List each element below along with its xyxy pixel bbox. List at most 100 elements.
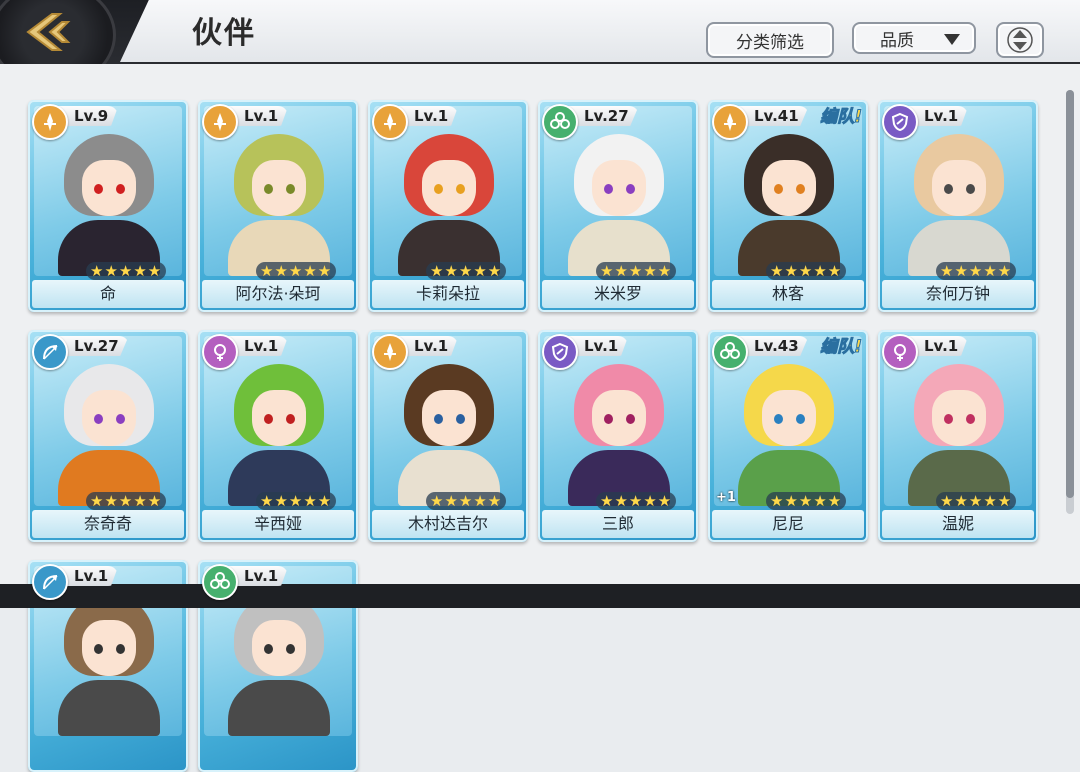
sword-class-icon <box>202 104 238 140</box>
portrait-eye <box>626 184 635 194</box>
partner-card[interactable]: Lv.1 ★★★★★ 温妮 <box>878 330 1038 542</box>
portrait-eye <box>796 414 805 424</box>
plus-badge: +1 <box>716 490 736 505</box>
sword-class-icon <box>32 104 68 140</box>
portrait-eye <box>456 184 465 194</box>
sword-class-icon <box>372 104 408 140</box>
partner-name: 尼尼 <box>712 510 864 538</box>
star-rating: ★★★★★ <box>596 492 677 510</box>
partner-card[interactable]: Lv.1 ★★★★★ 奈何万钟 <box>878 100 1038 312</box>
portrait-eye <box>456 414 465 424</box>
clover-class-icon <box>542 104 578 140</box>
star-rating: ★★★★★ <box>256 262 337 280</box>
partner-card[interactable]: Lv.1 ★★★★★ 木村达吉尔 <box>368 330 528 542</box>
portrait-eye <box>94 184 103 194</box>
sort-updown-icon <box>1007 27 1033 53</box>
character-portrait <box>564 134 674 276</box>
character-portrait <box>224 364 334 506</box>
bow-class-icon <box>32 564 68 600</box>
team-tag: 编队! <box>820 337 863 358</box>
partner-name: 辛西娅 <box>202 510 354 538</box>
portrait-eye <box>774 414 783 424</box>
back-button[interactable] <box>22 10 74 54</box>
portrait-face <box>762 390 816 446</box>
portrait-eye <box>116 184 125 194</box>
shield-class-icon <box>542 334 578 370</box>
partner-card[interactable]: Lv.1 ★★★★★ 阿尔法·朵珂 <box>198 100 358 312</box>
portrait-face <box>82 390 136 446</box>
character-portrait <box>54 364 164 506</box>
level-label: Lv.27 <box>568 106 639 126</box>
partner-card[interactable]: Lv.43 编队! +1 ★★★★★ 尼尼 <box>708 330 868 542</box>
star-rating: ★★★★★ <box>86 492 167 510</box>
sword-class-icon <box>372 334 408 370</box>
portrait-body <box>58 680 160 736</box>
portrait-eye <box>604 184 613 194</box>
character-portrait <box>54 594 164 736</box>
portrait-eye <box>604 414 613 424</box>
star-rating: ★★★★★ <box>426 262 507 280</box>
portrait-eye <box>116 644 125 654</box>
partner-name: 米米罗 <box>542 280 694 308</box>
star-rating: ★★★★★ <box>766 262 847 280</box>
portrait-eye <box>966 414 975 424</box>
portrait-face <box>252 620 306 676</box>
character-portrait <box>904 134 1014 276</box>
star-rating: ★★★★★ <box>596 262 677 280</box>
character-portrait <box>394 364 504 506</box>
bottom-bar <box>0 584 1080 608</box>
partner-list-area: Lv.9 ★★★★★ 命 Lv.1 ★★★★★ 阿尔法·朵珂 Lv.1 ★★★★★ 卡莉朵拉 Lv… <box>0 64 1080 772</box>
character-portrait <box>904 364 1014 506</box>
partner-card[interactable]: Lv.27 ★★★★★ 奈奇奇 <box>28 330 188 542</box>
character-portrait <box>54 134 164 276</box>
sort-order-button[interactable] <box>996 22 1044 58</box>
clover-class-icon <box>202 564 238 600</box>
portrait-face <box>82 160 136 216</box>
portrait-face <box>252 160 306 216</box>
character-portrait <box>734 134 844 276</box>
scrollbar[interactable] <box>1066 90 1074 514</box>
partner-card[interactable]: Lv.1 ★★★★★ 三郎 <box>538 330 698 542</box>
partner-card[interactable]: Lv.27 ★★★★★ 米米罗 <box>538 100 698 312</box>
star-rating: ★★★★★ <box>426 492 507 510</box>
portrait-eye <box>264 184 273 194</box>
portrait-eye <box>626 414 635 424</box>
chevron-down-icon <box>944 34 960 45</box>
partner-name: 阿尔法·朵珂 <box>202 280 354 308</box>
character-portrait <box>564 364 674 506</box>
character-portrait <box>734 364 844 506</box>
partner-name: 奈奇奇 <box>32 510 184 538</box>
category-filter-button[interactable]: 分类筛选 <box>706 22 834 58</box>
partner-name: 木村达吉尔 <box>372 510 524 538</box>
page-title: 伙伴 <box>192 16 256 51</box>
back-arrow-icon <box>26 13 71 51</box>
partner-card[interactable]: Lv.1 ★★★★★ 辛西娅 <box>198 330 358 542</box>
scrollbar-thumb[interactable] <box>1066 90 1074 498</box>
portrait-face <box>422 160 476 216</box>
portrait-eye <box>434 184 443 194</box>
partner-name: 命 <box>32 280 184 308</box>
quality-label: 品质 <box>880 30 914 51</box>
team-tag: 编队! <box>820 107 863 128</box>
partner-name: 温妮 <box>882 510 1034 538</box>
partner-name: 林客 <box>712 280 864 308</box>
star-rating: ★★★★★ <box>936 262 1017 280</box>
portrait-eye <box>264 414 273 424</box>
character-portrait <box>224 134 334 276</box>
partner-name: 奈何万钟 <box>882 280 1034 308</box>
portrait-eye <box>94 414 103 424</box>
portrait-eye <box>286 184 295 194</box>
portrait-eye <box>286 644 295 654</box>
portrait-eye <box>286 414 295 424</box>
portrait-face <box>932 160 986 216</box>
portrait-face <box>82 620 136 676</box>
quality-dropdown[interactable]: 品质 <box>852 22 976 54</box>
star-rating: ★★★★★ <box>766 492 847 510</box>
bow-class-icon <box>32 334 68 370</box>
portrait-eye <box>264 644 273 654</box>
portrait-face <box>592 160 646 216</box>
portrait-eye <box>966 184 975 194</box>
partner-card[interactable]: Lv.9 ★★★★★ 命 <box>28 100 188 312</box>
partner-card[interactable]: Lv.41 编队! ★★★★★ 林客 <box>708 100 868 312</box>
partner-card[interactable]: Lv.1 ★★★★★ 卡莉朵拉 <box>368 100 528 312</box>
